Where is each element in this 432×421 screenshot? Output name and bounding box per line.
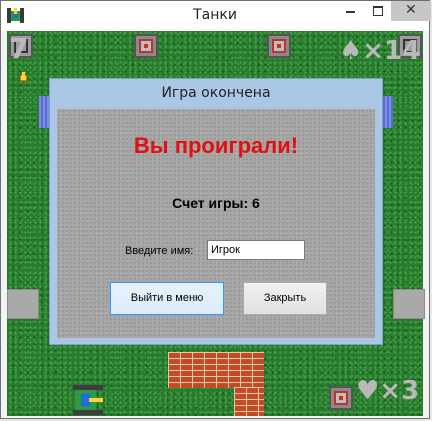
minimize-button[interactable] [337,1,364,21]
close-dialog-button[interactable]: Закрыть [243,282,327,315]
dialog-body: Вы проиграли! Счет игры: 6 Введите имя: … [57,109,375,338]
maximize-icon [373,6,383,16]
player-name-input[interactable] [207,240,305,260]
title-bar[interactable]: Танки ✕ [1,1,431,31]
concrete-block [393,289,425,319]
game-window: Танки ✕ 7 ♠×14 ♥×3 Игра окончена Вы прои… [0,0,431,419]
enemies-counter: ♠×14 [339,36,421,66]
dialog-title: Игра окончена [161,85,271,101]
brick-wall [168,352,264,388]
maximize-button[interactable] [364,1,391,21]
concrete-block [7,289,39,319]
player-tank [73,385,103,415]
exit-to-menu-button[interactable]: Выйти в меню [110,282,224,315]
lives-counter: ♥×3 [356,376,420,406]
close-window-button[interactable]: ✕ [391,1,431,21]
name-label: Введите имя: [125,245,194,257]
lose-message: Вы проиграли! [133,133,299,158]
steel-block [329,386,353,410]
brick-wall [234,387,264,416]
steel-block [267,34,291,58]
level-number: 7 [9,32,29,65]
score-text: Счет игры: 6 [172,195,260,211]
game-over-dialog: Игра окончена Вы проиграли! Счет игры: 6… [49,78,383,345]
minimize-icon [346,11,355,13]
steel-block [134,34,158,58]
bonus-icon [19,72,28,82]
close-icon: ✕ [405,2,417,18]
